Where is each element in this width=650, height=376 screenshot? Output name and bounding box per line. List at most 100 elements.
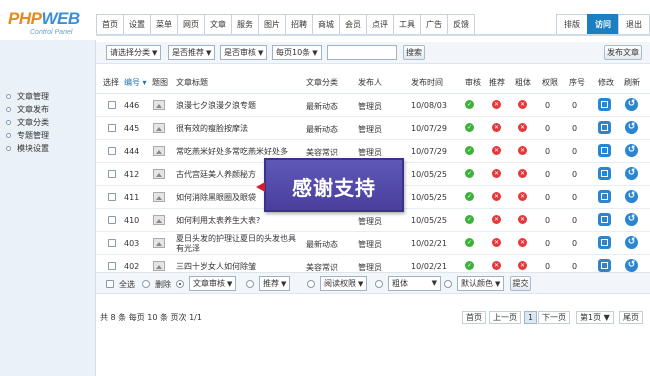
- recommend-select[interactable]: 是否推荐 ▼: [168, 45, 216, 60]
- search-button[interactable]: 搜索: [403, 45, 425, 60]
- row-title-link[interactable]: 常吃燕米好处多常吃燕米好处多: [176, 147, 300, 157]
- edit-icon[interactable]: [598, 190, 611, 203]
- nav-reviews[interactable]: 点评: [366, 14, 394, 34]
- refresh-icon[interactable]: ↺: [625, 121, 638, 134]
- recommend-status-icon[interactable]: ✕: [492, 146, 501, 155]
- first-page-button[interactable]: 首页: [462, 311, 486, 324]
- bold-status-icon[interactable]: ✕: [518, 238, 527, 247]
- bold-status-icon[interactable]: ✕: [518, 192, 527, 201]
- nav-articles[interactable]: 文章: [204, 14, 232, 34]
- bold-radio[interactable]: [375, 280, 383, 288]
- prev-page-button[interactable]: 上一页: [489, 311, 521, 324]
- row-title-link[interactable]: 夏日头发的护理让夏日的头发也具有光泽: [176, 234, 300, 254]
- audit-radio[interactable]: [176, 280, 184, 288]
- batch-recommend-select[interactable]: 推荐 ▼: [259, 276, 291, 291]
- sidebar-item-topic-manage[interactable]: 专题管理: [6, 129, 49, 142]
- row-title-link[interactable]: 浪漫七夕浪漫夕浪专题: [176, 101, 300, 111]
- edit-icon[interactable]: [598, 121, 611, 134]
- audit-select[interactable]: 是否审核 ▼: [220, 45, 268, 60]
- nav-tools[interactable]: 工具: [393, 14, 421, 34]
- edit-icon[interactable]: [598, 236, 611, 249]
- refresh-icon[interactable]: ↺: [625, 236, 638, 249]
- batch-bold-select[interactable]: 粗体 ▼: [388, 276, 441, 291]
- row-checkbox[interactable]: [108, 262, 116, 270]
- image-thumb-icon[interactable]: [153, 123, 165, 133]
- recommend-status-icon[interactable]: ✕: [492, 238, 501, 247]
- current-page[interactable]: 1: [524, 311, 538, 324]
- refresh-icon[interactable]: ↺: [625, 259, 638, 272]
- layout-button[interactable]: 排版: [556, 14, 588, 34]
- refresh-icon[interactable]: ↺: [625, 190, 638, 203]
- audit-status-icon[interactable]: ✓: [465, 123, 474, 132]
- select-all-checkbox[interactable]: [106, 280, 114, 288]
- audit-status-icon[interactable]: ✓: [465, 238, 474, 247]
- row-checkbox[interactable]: [108, 170, 116, 178]
- recommend-status-icon[interactable]: ✕: [492, 192, 501, 201]
- bold-status-icon[interactable]: ✕: [518, 261, 527, 270]
- recommend-status-icon[interactable]: ✕: [492, 100, 501, 109]
- recommend-status-icon[interactable]: ✕: [492, 215, 501, 224]
- bold-status-icon[interactable]: ✕: [518, 146, 527, 155]
- next-page-button[interactable]: 下一页: [538, 311, 570, 324]
- nav-pages[interactable]: 网页: [177, 14, 205, 34]
- row-title-link[interactable]: 很有效的瘦脸按摩法: [176, 124, 300, 134]
- row-checkbox[interactable]: [108, 216, 116, 224]
- refresh-icon[interactable]: ↺: [625, 98, 638, 111]
- bold-status-icon[interactable]: ✕: [518, 123, 527, 132]
- refresh-icon[interactable]: ↺: [625, 144, 638, 157]
- batch-submit-button[interactable]: 提交: [510, 276, 531, 291]
- image-thumb-icon[interactable]: [153, 215, 165, 225]
- audit-status-icon[interactable]: ✓: [465, 215, 474, 224]
- row-checkbox[interactable]: [108, 124, 116, 132]
- image-thumb-icon[interactable]: [153, 261, 165, 271]
- audit-status-icon[interactable]: ✓: [465, 146, 474, 155]
- sidebar-item-article-category[interactable]: 文章分类: [6, 116, 49, 129]
- edit-icon[interactable]: [598, 167, 611, 180]
- batch-read-perm-select[interactable]: 阅读权限 ▼: [320, 276, 368, 291]
- nav-home[interactable]: 首页: [96, 14, 124, 34]
- color-radio[interactable]: [444, 280, 452, 288]
- batch-audit-select[interactable]: 文章审核 ▼: [189, 276, 237, 291]
- audit-status-icon[interactable]: ✓: [465, 169, 474, 178]
- bold-status-icon[interactable]: ✕: [518, 215, 527, 224]
- row-checkbox[interactable]: [108, 147, 116, 155]
- sidebar-item-module-settings[interactable]: 模块设置: [6, 142, 49, 155]
- sidebar-item-article-publish[interactable]: 文章发布: [6, 103, 49, 116]
- publish-article-button[interactable]: 发布文章: [604, 45, 642, 60]
- visit-button[interactable]: 访问: [587, 14, 619, 34]
- image-thumb-icon[interactable]: [153, 169, 165, 179]
- recommend-status-icon[interactable]: ✕: [492, 169, 501, 178]
- refresh-icon[interactable]: ↺: [625, 167, 638, 180]
- logout-button[interactable]: 退出: [618, 14, 650, 34]
- nav-ads[interactable]: 广告: [420, 14, 448, 34]
- nav-feedback[interactable]: 反馈: [447, 14, 475, 34]
- category-select[interactable]: 请选择分类 ▼: [106, 45, 162, 60]
- batch-color-select[interactable]: 默认颜色 ▼: [457, 276, 505, 291]
- row-title-link[interactable]: 如何利用太表养生大表?: [176, 216, 300, 226]
- nav-menu[interactable]: 菜单: [150, 14, 178, 34]
- col-id[interactable]: 编号 ▾: [124, 77, 147, 88]
- delete-radio[interactable]: [142, 280, 150, 288]
- edit-icon[interactable]: [598, 259, 611, 272]
- edit-icon[interactable]: [598, 213, 611, 226]
- sidebar-item-article-manage[interactable]: 文章管理: [6, 90, 49, 103]
- search-input[interactable]: [327, 45, 397, 60]
- recommend-radio[interactable]: [246, 280, 254, 288]
- row-checkbox[interactable]: [108, 193, 116, 201]
- nav-members[interactable]: 会员: [339, 14, 367, 34]
- last-page-button[interactable]: 尾页: [619, 311, 643, 324]
- bold-status-icon[interactable]: ✕: [518, 100, 527, 109]
- nav-settings[interactable]: 设置: [123, 14, 151, 34]
- refresh-icon[interactable]: ↺: [625, 213, 638, 226]
- perpage-select[interactable]: 每页10条 ▼: [272, 45, 322, 60]
- nav-images[interactable]: 图片: [258, 14, 286, 34]
- audit-status-icon[interactable]: ✓: [465, 100, 474, 109]
- edit-icon[interactable]: [598, 144, 611, 157]
- nav-shop[interactable]: 商城: [312, 14, 340, 34]
- edit-icon[interactable]: [598, 98, 611, 111]
- nav-services[interactable]: 服务: [231, 14, 259, 34]
- row-checkbox[interactable]: [108, 239, 116, 247]
- recommend-status-icon[interactable]: ✕: [492, 261, 501, 270]
- nav-jobs[interactable]: 招聘: [285, 14, 313, 34]
- image-thumb-icon[interactable]: [153, 238, 165, 248]
